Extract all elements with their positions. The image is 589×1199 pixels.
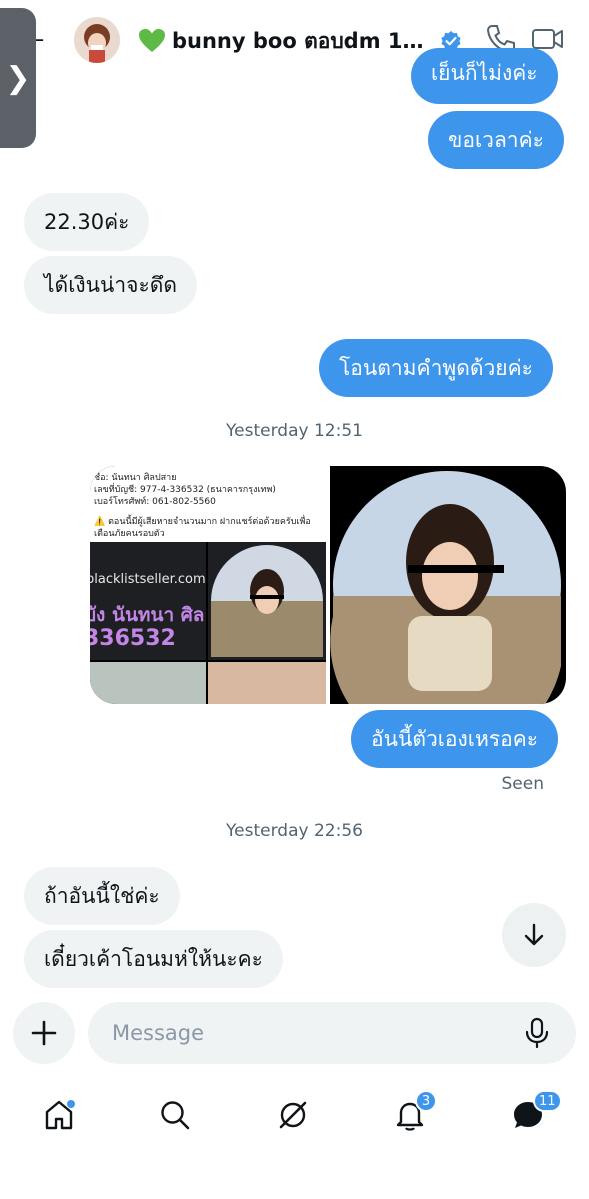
message-text: ถ้าอันนี้ใช่ค่ะ (44, 883, 160, 908)
media-text-line: เบอร์โทรศัพท์: 061-802-5560 (94, 497, 216, 507)
message-bubble-incoming[interactable]: ถ้าอันนี้ใช่ค่ะ (24, 867, 180, 925)
media-text-line: ⚠️ ตอนนี้มีผู้เสียหายจำนวนมาก ฝากแชร์ต่อ… (94, 517, 311, 527)
message-text: โอนตามคำพูดด้วยค่ะ (339, 355, 533, 380)
add-attachment-button[interactable] (13, 1002, 75, 1064)
avatar[interactable] (74, 17, 120, 63)
notifications-badge: 3 (415, 1090, 437, 1112)
message-input[interactable] (112, 1018, 512, 1048)
message-text: เดี๋ยวเค้าโอนมห่ให้นะคะ (44, 946, 263, 971)
message-bubble-incoming[interactable]: 22.30ค่ะ (24, 193, 150, 251)
media-text-line: เลขที่บัญชี: 977-4-336532 (ธนาคารกรุงเทพ… (94, 485, 276, 495)
grok-icon (279, 1101, 307, 1129)
message-text: ขอเวลาค่ะ (448, 127, 544, 152)
media-text-line: ชื่อ: นันทนา ศิลปสาย (94, 473, 177, 483)
home-unread-dot (66, 1099, 76, 1109)
message-text: อันนี้ตัวเองเหรอคะ (371, 726, 539, 751)
image-attachment[interactable]: ชื่อ: นันทนา ศิลปสาย เลขที่บัญชี: 977-4-… (90, 466, 566, 704)
media-text-block: ชื่อ: นันทนา ศิลปสาย เลขที่บัญชี: 977-4-… (94, 472, 324, 540)
media-site-text: blacklistseller.com (90, 572, 206, 587)
scroll-to-bottom-button[interactable] (502, 903, 566, 967)
nav-messages[interactable]: 11 (503, 1090, 562, 1140)
media-account-text: 336532 (90, 626, 176, 651)
dm-screen: ← bunny boo ตอบdm 17.0… (0, 0, 589, 1199)
timestamp: Yesterday 22:56 (226, 821, 363, 841)
messages-badge: 11 (533, 1090, 562, 1112)
nav-grok[interactable] (268, 1090, 318, 1140)
nav-home[interactable] (34, 1090, 84, 1140)
message-bubble-outgoing[interactable]: อันนี้ตัวเองเหรอคะ (351, 710, 559, 768)
message-bubble-outgoing[interactable]: เย็นก็ไม่งค่ะ (411, 48, 558, 104)
message-bubble-outgoing[interactable]: ขอเวลาค่ะ (428, 111, 564, 169)
timestamp: Yesterday 12:51 (226, 421, 363, 441)
search-icon (161, 1101, 190, 1130)
plus-icon (31, 1020, 57, 1046)
nav-search[interactable] (150, 1090, 200, 1140)
message-text: ได้เงินน่าจะดึด (44, 272, 177, 297)
nav-notifications[interactable]: 3 (385, 1090, 437, 1140)
seen-status: Seen (501, 774, 544, 794)
message-bubble-incoming[interactable]: ได้เงินน่าจะดึด (24, 256, 197, 314)
bottom-navigation: 3 11 (0, 1080, 589, 1150)
message-bubble-incoming[interactable]: เดี๋ยวเค้าโอนมห่ให้นะคะ (24, 930, 283, 988)
message-bubble-outgoing[interactable]: โอนตามคำพูดด้วยค่ะ (319, 339, 553, 397)
conversation-title: bunny boo ตอบdm 17.0… (172, 28, 434, 53)
message-composer (88, 1002, 576, 1064)
green-heart-icon (139, 29, 165, 52)
arrow-down-icon (524, 923, 544, 946)
message-text: เย็นก็ไม่งค่ะ (431, 61, 538, 85)
chevron-right-icon: ❯ (5, 60, 31, 96)
side-collapse-tab[interactable]: ❯ (0, 8, 36, 148)
conversation-title-row[interactable]: bunny boo ตอบdm 17.0… (138, 24, 462, 58)
microphone-icon[interactable] (522, 1017, 552, 1049)
media-text-line: เตือนภัยคนรอบตัว (94, 529, 165, 539)
message-text: 22.30ค่ะ (44, 209, 130, 234)
